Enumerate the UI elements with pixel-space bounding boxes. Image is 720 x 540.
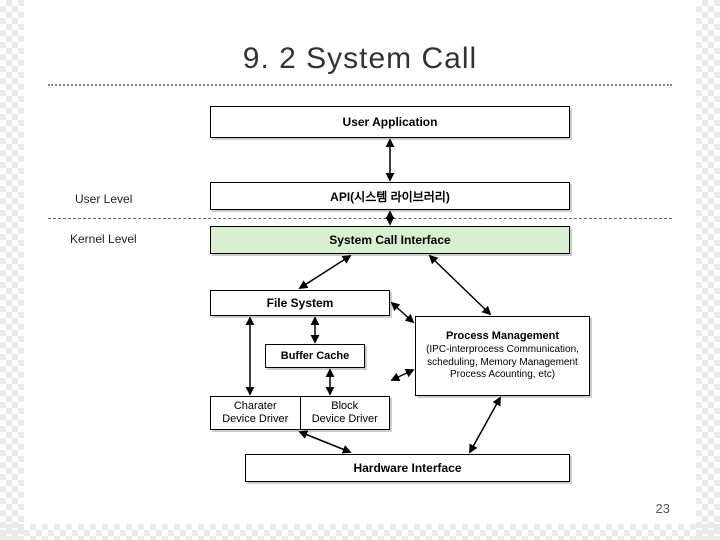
title-underline xyxy=(48,84,672,86)
pm-title: Process Management xyxy=(446,330,559,344)
file-system-box: File System xyxy=(210,290,390,316)
api-box: API(시스템 라이브러리) xyxy=(210,182,570,210)
page-title: 9. 2 System Call xyxy=(0,42,720,76)
user-kernel-divider xyxy=(48,218,672,219)
kernel-level-label: Kernel Level xyxy=(70,232,137,246)
char-driver-label: Charater Device Driver xyxy=(211,397,301,429)
user-application-box: User Application xyxy=(210,106,570,138)
pm-subtitle: (IPC-interprocess Communication, schedul… xyxy=(420,344,585,382)
page-number: 23 xyxy=(656,501,670,516)
user-level-label: User Level xyxy=(75,192,132,206)
block-driver-label: Block Device Driver xyxy=(301,397,390,429)
hardware-interface-box: Hardware Interface xyxy=(245,454,570,482)
process-management-box: Process Management (IPC-interprocess Com… xyxy=(415,316,590,396)
system-call-interface-box: System Call Interface xyxy=(210,226,570,254)
buffer-cache-box: Buffer Cache xyxy=(265,344,365,368)
device-drivers-box: Charater Device Driver Block Device Driv… xyxy=(210,396,390,430)
